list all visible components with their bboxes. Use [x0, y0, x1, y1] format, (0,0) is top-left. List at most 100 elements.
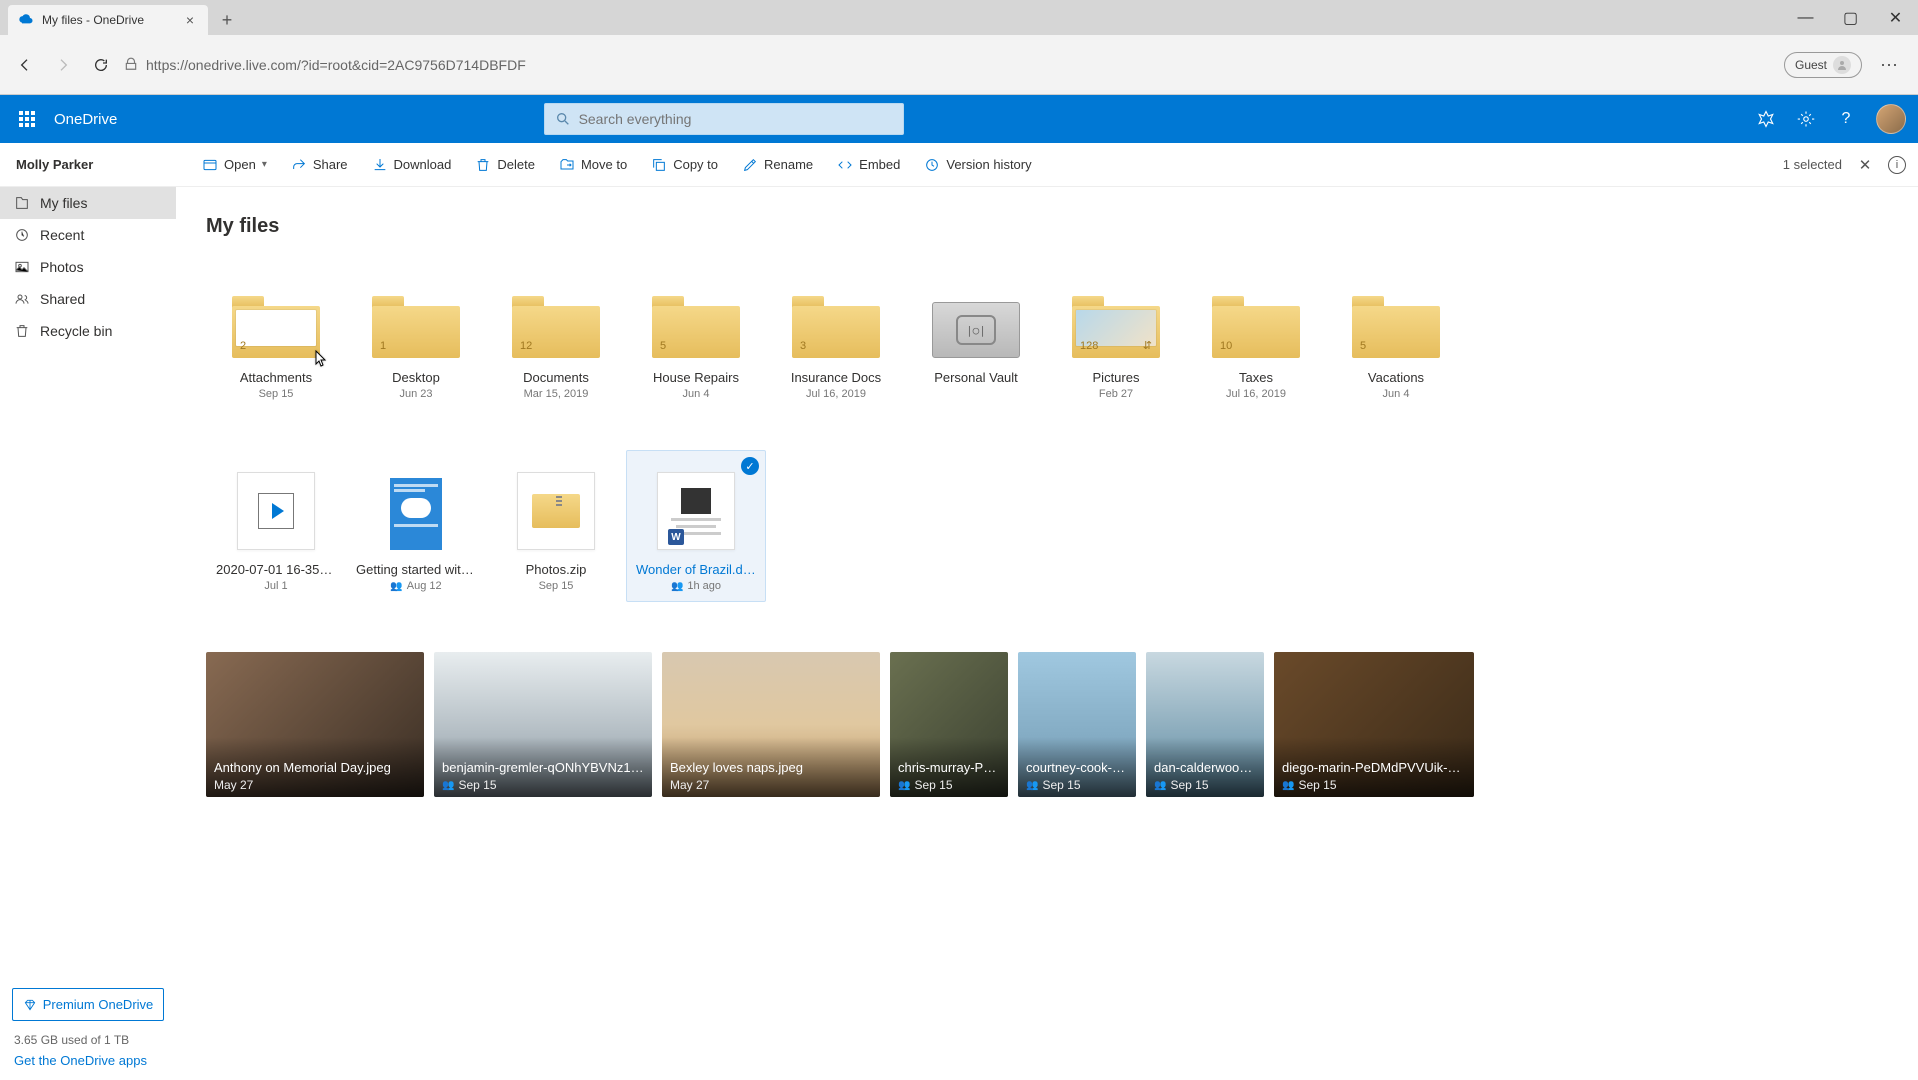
item-name: Wonder of Brazil.docx — [636, 562, 756, 577]
minimize-button[interactable]: — — [1783, 0, 1828, 35]
address-field[interactable]: https://onedrive.live.com/?id=root&cid=2… — [124, 57, 1776, 74]
image-tile[interactable]: chris-murray-PXVQ… 👥Sep 15 — [890, 652, 1008, 797]
address-bar: https://onedrive.live.com/?id=root&cid=2… — [0, 35, 1918, 95]
folder-icon: 128 ⇵ — [1072, 296, 1160, 358]
copy-button[interactable]: Copy to — [641, 151, 728, 179]
folder-icon: 5 — [1352, 296, 1440, 358]
item-meta: Sep 15 — [496, 580, 616, 592]
folder-tile[interactable]: 128⇵ Pictures Feb 27 — [1046, 258, 1186, 410]
search-box[interactable] — [544, 103, 904, 135]
move-icon — [559, 157, 575, 173]
close-button[interactable]: ✕ — [1873, 0, 1918, 35]
embed-icon — [837, 157, 853, 173]
sidebar-item-recent[interactable]: Recent — [0, 219, 176, 251]
forward-button[interactable] — [48, 50, 78, 80]
back-button[interactable] — [10, 50, 40, 80]
sidebar-item-photos[interactable]: Photos — [0, 251, 176, 283]
sidebar-item-my-files[interactable]: My files — [0, 187, 176, 219]
folder-icon: 2 — [232, 296, 320, 358]
image-meta: 👥Sep 15 — [1154, 778, 1209, 792]
folder-tile[interactable]: 10 Taxes Jul 16, 2019 — [1186, 258, 1326, 410]
doc-thumb — [390, 478, 442, 550]
image-tile[interactable]: benjamin-gremler-qONhYBVNz1c-unspla… 👥Se… — [434, 652, 652, 797]
image-tile[interactable]: dan-calderwoo… 👥Sep 15 — [1146, 652, 1264, 797]
images-row: Anthony on Memorial Day.jpeg May 27 benj… — [206, 652, 1888, 797]
folder-tile[interactable]: 3 Insurance Docs Jul 16, 2019 — [766, 258, 906, 410]
rename-button[interactable]: Rename — [732, 151, 823, 179]
file-tile[interactable]: Photos.zip Sep 15 — [486, 450, 626, 602]
folder-tile[interactable]: 1 Desktop Jun 23 — [346, 258, 486, 410]
image-name: diego-marin-PeDMdPVVUik-unsplas… — [1282, 760, 1466, 775]
get-apps-link[interactable]: Get the OneDrive apps — [0, 1053, 176, 1080]
share-button[interactable]: Share — [281, 151, 358, 179]
folder-count: 2 — [240, 340, 246, 352]
image-tile[interactable]: diego-marin-PeDMdPVVUik-unsplas… 👥Sep 15 — [1274, 652, 1474, 797]
profile-button[interactable]: Guest — [1784, 52, 1862, 78]
item-name: Photos.zip — [496, 562, 616, 577]
user-avatar[interactable] — [1876, 104, 1906, 134]
delete-button[interactable]: Delete — [465, 151, 545, 179]
file-tile[interactable]: Getting started with On… 👥Aug 12 — [346, 450, 486, 602]
info-button[interactable]: i — [1888, 156, 1906, 174]
history-icon — [924, 157, 940, 173]
browser-tab[interactable]: My files - OneDrive × — [8, 5, 208, 35]
search-input[interactable] — [579, 111, 893, 127]
maximize-button[interactable]: ▢ — [1828, 0, 1873, 35]
premium-icon[interactable] — [1756, 109, 1776, 129]
item-meta: 👥Aug 12 — [356, 580, 476, 592]
open-button[interactable]: Open▾ — [192, 151, 277, 179]
sidebar-item-recycle[interactable]: Recycle bin — [0, 315, 176, 347]
embed-button[interactable]: Embed — [827, 151, 910, 179]
sidebar-item-shared[interactable]: Shared — [0, 283, 176, 315]
shared-icon: 👥 — [1026, 780, 1038, 791]
files-grid: 2020-07-01 16-35-10.m… Jul 1 Getting sta… — [206, 450, 1888, 632]
people-icon — [14, 291, 30, 307]
more-button[interactable]: ⋯ — [1870, 55, 1908, 76]
tab-title: My files - OneDrive — [42, 13, 144, 27]
clear-selection-button[interactable]: ✕ — [1856, 156, 1874, 174]
item-meta: Jun 23 — [356, 388, 476, 400]
help-icon[interactable]: ? — [1836, 109, 1856, 129]
item-meta: Sep 15 — [216, 388, 336, 400]
diamond-icon — [23, 998, 37, 1012]
account-name: Molly Parker — [12, 157, 192, 172]
guest-label: Guest — [1795, 58, 1827, 72]
image-tile[interactable]: courtney-cook-… 👥Sep 15 — [1018, 652, 1136, 797]
image-name: chris-murray-PXVQ… — [898, 760, 1000, 775]
image-tile[interactable]: Bexley loves naps.jpeg May 27 — [662, 652, 880, 797]
close-icon[interactable]: × — [182, 12, 198, 28]
settings-icon[interactable] — [1796, 109, 1816, 129]
refresh-button[interactable] — [86, 50, 116, 80]
file-tile[interactable]: ✓W Wonder of Brazil.docx 👥1h ago — [626, 450, 766, 602]
item-name: Insurance Docs — [776, 370, 896, 385]
search-icon — [555, 111, 571, 127]
history-button[interactable]: Version history — [914, 151, 1041, 179]
folder-icon: 5 — [652, 296, 740, 358]
shared-icon: 👥 — [442, 780, 454, 791]
item-name: Documents — [496, 370, 616, 385]
shared-icon: ⇵ — [1143, 339, 1152, 352]
trash-icon — [14, 323, 30, 339]
folder-count: 10 — [1220, 340, 1232, 352]
image-meta: 👥Sep 15 — [898, 778, 953, 792]
premium-button[interactable]: Premium OneDrive — [12, 988, 164, 1021]
file-tile[interactable]: 2020-07-01 16-35-10.m… Jul 1 — [206, 450, 346, 602]
app-header: OneDrive ? — [0, 95, 1918, 143]
app-launcher-icon[interactable] — [12, 104, 42, 134]
image-name: benjamin-gremler-qONhYBVNz1c-unspla… — [442, 760, 644, 775]
move-button[interactable]: Move to — [549, 151, 637, 179]
image-meta: 👥Sep 15 — [1026, 778, 1081, 792]
folder-tile[interactable]: |○| Personal Vault — [906, 258, 1046, 410]
folder-tile[interactable]: 12 Documents Mar 15, 2019 — [486, 258, 626, 410]
app-brand[interactable]: OneDrive — [54, 111, 117, 128]
image-tile[interactable]: Anthony on Memorial Day.jpeg May 27 — [206, 652, 424, 797]
folder-tile[interactable]: 2 Attachments Sep 15 — [206, 258, 346, 410]
folder-tile[interactable]: 5 Vacations Jun 4 — [1326, 258, 1466, 410]
download-button[interactable]: Download — [362, 151, 462, 179]
new-tab-button[interactable]: + — [212, 5, 242, 35]
image-name: Bexley loves naps.jpeg — [670, 760, 872, 775]
folder-tile[interactable]: 5 House Repairs Jun 4 — [626, 258, 766, 410]
folder-count: 128 — [1080, 340, 1098, 352]
window-controls: — ▢ ✕ — [1783, 0, 1918, 35]
folders-grid: 2 Attachments Sep 151 Desktop Jun 2312 D… — [206, 258, 1888, 440]
